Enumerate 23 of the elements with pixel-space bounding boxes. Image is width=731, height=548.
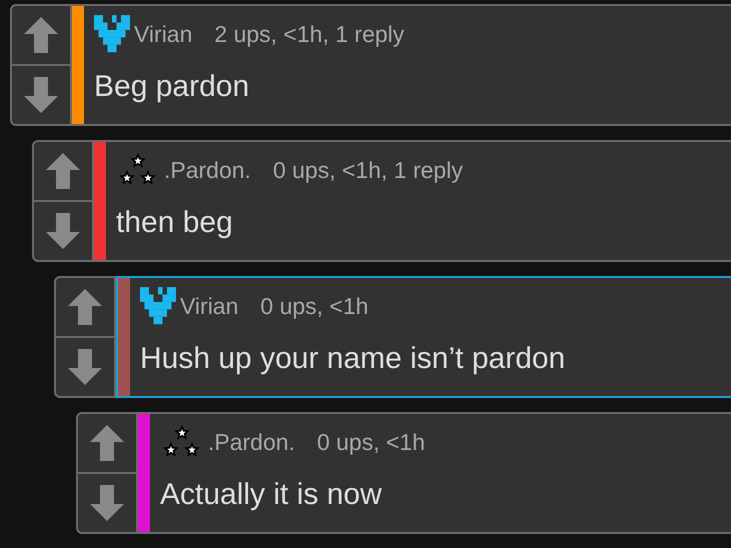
username[interactable]: Virian <box>134 16 192 52</box>
comment-meta: 2 ups, <1h, 1 reply <box>214 20 404 49</box>
comment-text: Hush up your name isn’t pardon <box>140 341 566 377</box>
comment-meta: 0 ups, <1h, 1 reply <box>272 156 463 185</box>
up-arrow-icon <box>45 151 81 191</box>
up-arrow-icon <box>67 287 103 327</box>
down-arrow-icon <box>89 483 125 523</box>
username[interactable]: .Pardon. <box>208 424 295 460</box>
pixel-avatar-icon <box>94 15 130 53</box>
up-arrow-icon <box>23 15 59 55</box>
upvote-button[interactable] <box>56 278 116 338</box>
up-arrow-icon <box>89 423 125 463</box>
username[interactable]: .Pardon. <box>164 152 251 188</box>
pixel-avatar-icon <box>140 287 176 325</box>
comment-text: Actually it is now <box>160 477 383 513</box>
down-arrow-icon <box>67 347 103 387</box>
comment-meta: 0 ups, <1h <box>316 428 426 457</box>
comment-meta: 0 ups, <1h <box>260 292 368 321</box>
down-arrow-icon <box>23 75 59 115</box>
down-arrow-icon <box>45 211 81 251</box>
username[interactable]: Virian <box>180 288 238 324</box>
comment-text: then beg <box>116 205 234 241</box>
comment-text: Beg pardon <box>94 69 250 105</box>
